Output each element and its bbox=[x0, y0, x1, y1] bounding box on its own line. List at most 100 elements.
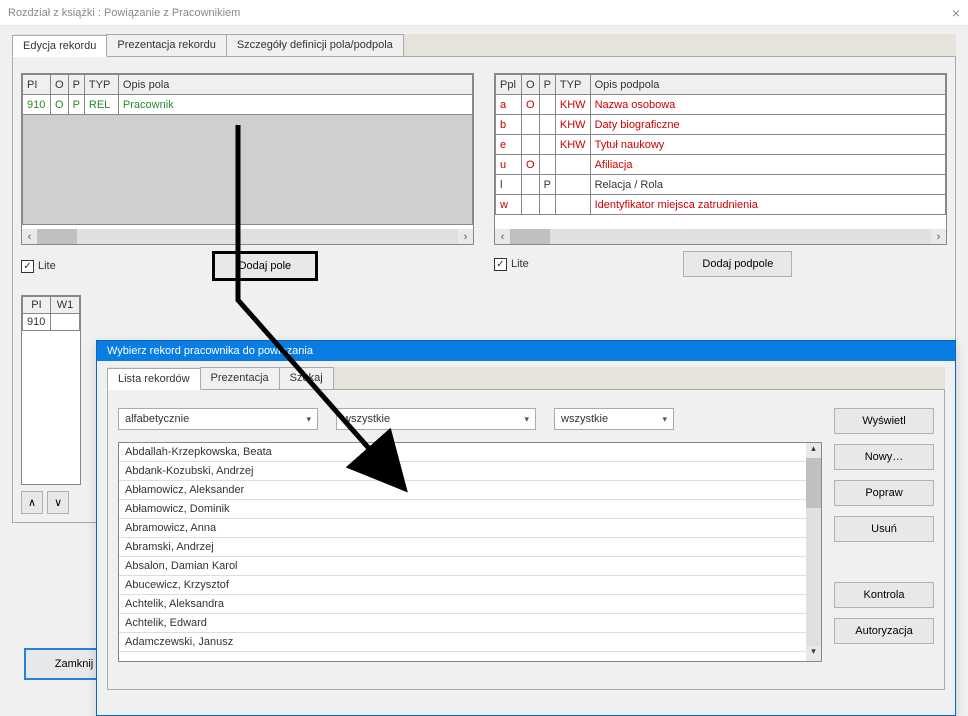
tab-szukaj[interactable]: Szukaj bbox=[279, 367, 334, 389]
cell: 910 bbox=[23, 314, 51, 331]
cell bbox=[522, 195, 540, 215]
filter2-select[interactable]: wszystkie ▾ bbox=[336, 408, 536, 430]
popraw-button[interactable]: Popraw bbox=[834, 480, 934, 506]
table-row[interactable]: 910 bbox=[23, 314, 80, 331]
list-item[interactable]: Adamczewski, Janusz bbox=[119, 633, 821, 652]
table-row[interactable]: bKHWDaty biograficzne bbox=[496, 115, 946, 135]
tab-szczegoly[interactable]: Szczegóły definicji pola/podpola bbox=[226, 34, 404, 56]
tab-lista-rekordow[interactable]: Lista rekordów bbox=[107, 368, 201, 390]
window-title: Rozdział z książki : Powiązanie z Pracow… bbox=[8, 7, 240, 19]
button-label: Nowy… bbox=[865, 451, 904, 463]
tab-label: Edycja rekordu bbox=[23, 40, 96, 52]
col-header: P bbox=[539, 75, 555, 95]
modal-side-buttons: Wyświetl Nowy… Popraw Usuń Kontrola Auto… bbox=[834, 408, 934, 644]
chevron-up-icon: ∧ bbox=[28, 497, 36, 509]
col-header: PI bbox=[23, 75, 51, 95]
h-scrollbar[interactable]: ‹ › bbox=[495, 229, 946, 244]
col-header: Opis pola bbox=[118, 75, 472, 95]
tab-label: Szczegóły definicji pola/podpola bbox=[237, 39, 393, 51]
wyswietl-button[interactable]: Wyświetl bbox=[834, 408, 934, 434]
list-item[interactable]: Abdank-Kozubski, Andrzej bbox=[119, 462, 821, 481]
lite-checkbox-left[interactable]: ✓ Lite bbox=[21, 260, 56, 273]
list-item[interactable]: Achtelik, Aleksandra bbox=[119, 595, 821, 614]
cell: O bbox=[522, 155, 540, 175]
tab-label: Prezentacja rekordu bbox=[117, 39, 215, 51]
dodaj-podpole-button[interactable]: Dodaj podpole bbox=[683, 251, 792, 277]
tab-prezentacja-rekordu[interactable]: Prezentacja rekordu bbox=[106, 34, 226, 56]
cell bbox=[539, 135, 555, 155]
table-row[interactable]: aOKHWNazwa osobowa bbox=[496, 95, 946, 115]
list-item[interactable]: Abłamowicz, Dominik bbox=[119, 500, 821, 519]
lower-field-grid: PI W1 910 bbox=[21, 295, 81, 485]
scroll-down-icon[interactable]: ▾ bbox=[806, 646, 821, 661]
checkbox-label: Lite bbox=[38, 260, 56, 272]
select-employee-modal: Wybierz rekord pracownika do powiązania … bbox=[96, 340, 956, 716]
window-titlebar: Rozdział z książki : Powiązanie z Pracow… bbox=[0, 0, 968, 26]
sort-select[interactable]: alfabetycznie ▾ bbox=[118, 408, 318, 430]
modal-title: Wybierz rekord pracownika do powiązania bbox=[97, 341, 955, 361]
filter3-select[interactable]: wszystkie ▾ bbox=[554, 408, 674, 430]
usun-button[interactable]: Usuń bbox=[834, 516, 934, 542]
nowy-button[interactable]: Nowy… bbox=[834, 444, 934, 470]
scroll-up-icon[interactable]: ▴ bbox=[806, 443, 821, 458]
h-scrollbar[interactable]: ‹ › bbox=[22, 229, 473, 244]
list-item[interactable]: Abłamowicz, Aleksander bbox=[119, 481, 821, 500]
list-item[interactable]: Abramowicz, Anna bbox=[119, 519, 821, 538]
cell: u bbox=[496, 155, 522, 175]
list-item[interactable]: Absalon, Damian Karol bbox=[119, 557, 821, 576]
move-up-button[interactable]: ∧ bbox=[21, 491, 43, 514]
modal-title-label: Wybierz rekord pracownika do powiązania bbox=[107, 345, 313, 357]
col-header: W1 bbox=[51, 297, 80, 314]
chevron-down-icon: ∨ bbox=[54, 497, 62, 509]
autoryzacja-button[interactable]: Autoryzacja bbox=[834, 618, 934, 644]
scroll-left-icon[interactable]: ‹ bbox=[495, 229, 510, 244]
table-row[interactable]: e KHWTytuł naukowy bbox=[496, 135, 946, 155]
cell: a bbox=[496, 95, 522, 115]
tab-edycja-rekordu[interactable]: Edycja rekordu bbox=[12, 35, 107, 57]
scroll-left-icon[interactable]: ‹ bbox=[22, 229, 37, 244]
v-scrollbar[interactable]: ▴ ▾ bbox=[806, 443, 821, 661]
cell: P bbox=[539, 175, 555, 195]
empty-area bbox=[23, 115, 473, 225]
list-item[interactable]: Abdallah-Krzepkowska, Beata bbox=[119, 443, 821, 462]
move-down-button[interactable]: ∨ bbox=[47, 491, 69, 514]
tab-prezentacja[interactable]: Prezentacja bbox=[200, 367, 280, 389]
cell: e bbox=[496, 135, 522, 155]
table-row[interactable]: 910 O P REL Pracownik bbox=[23, 95, 473, 115]
lite-checkbox-right[interactable]: ✓ Lite bbox=[494, 258, 529, 271]
chevron-down-icon: ▾ bbox=[306, 414, 311, 425]
button-label: Wyświetl bbox=[862, 415, 905, 427]
col-header: TYP bbox=[84, 75, 118, 95]
button-label: Dodaj pole bbox=[239, 260, 292, 272]
col-header: Opis podpola bbox=[590, 75, 945, 95]
cell: Identyfikator miejsca zatrudnienia bbox=[590, 195, 945, 215]
cell bbox=[555, 155, 590, 175]
scroll-right-icon[interactable]: › bbox=[458, 229, 473, 244]
table-row[interactable]: wIdentyfikator miejsca zatrudnienia bbox=[496, 195, 946, 215]
cell: Tytuł naukowy bbox=[590, 135, 945, 155]
close-icon[interactable]: × bbox=[952, 5, 960, 21]
button-label: Usuń bbox=[871, 523, 897, 535]
kontrola-button[interactable]: Kontrola bbox=[834, 582, 934, 608]
list-item[interactable]: Abramski, Andrzej bbox=[119, 538, 821, 557]
cell bbox=[555, 195, 590, 215]
button-label: Dodaj podpole bbox=[702, 258, 773, 270]
cell: Pracownik bbox=[118, 95, 472, 115]
cell bbox=[555, 175, 590, 195]
cell: Daty biograficzne bbox=[590, 115, 945, 135]
cell bbox=[51, 314, 80, 331]
cell: Afiliacja bbox=[590, 155, 945, 175]
col-header: P bbox=[68, 75, 84, 95]
table-row[interactable]: lPRelacja / Rola bbox=[496, 175, 946, 195]
cell: KHW bbox=[555, 135, 590, 155]
cell bbox=[539, 115, 555, 135]
cell bbox=[539, 195, 555, 215]
col-header: PI bbox=[23, 297, 51, 314]
dodaj-pole-button[interactable]: Dodaj pole bbox=[212, 251, 319, 281]
button-label: Kontrola bbox=[864, 589, 905, 601]
table-row[interactable]: uO Afiliacja bbox=[496, 155, 946, 175]
list-item[interactable]: Abucewicz, Krzysztof bbox=[119, 576, 821, 595]
left-field-panel: PI O P TYP Opis pola 910 O P REL bbox=[21, 73, 474, 245]
scroll-right-icon[interactable]: › bbox=[931, 229, 946, 244]
list-item[interactable]: Achtelik, Edward bbox=[119, 614, 821, 633]
